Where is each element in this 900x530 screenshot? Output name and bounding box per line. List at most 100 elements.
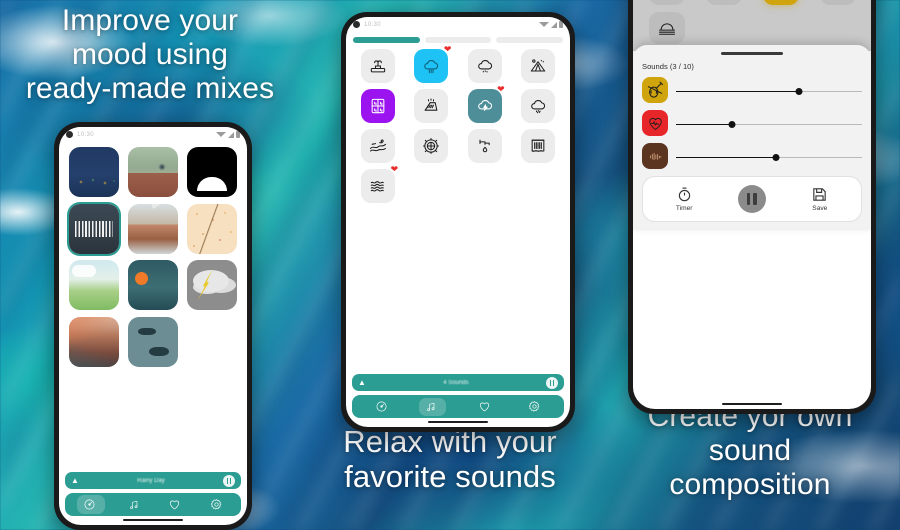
sound-cell[interactable]: ❤ xyxy=(405,45,457,86)
sound-cell[interactable] xyxy=(512,89,564,126)
chevron-up-icon[interactable]: ▲ xyxy=(71,476,79,485)
favorite-heart-icon[interactable]: ❤ xyxy=(444,45,452,54)
sound-tile[interactable] xyxy=(361,49,396,83)
instrument-tile[interactable] xyxy=(819,0,856,5)
mix-cell[interactable] xyxy=(65,260,122,314)
mix-cell[interactable] xyxy=(65,316,122,371)
mini-player-bar[interactable]: ▲ 4 Sounds xyxy=(352,374,564,391)
sound-tile[interactable] xyxy=(467,49,502,83)
mix-cell[interactable]: ❤ xyxy=(124,316,181,371)
sound-cell[interactable]: ❤ xyxy=(352,165,404,206)
mix-thumbnail[interactable] xyxy=(68,147,119,197)
mix-thumbnail[interactable] xyxy=(127,260,178,310)
sound-tile[interactable] xyxy=(414,89,449,123)
sounds-screen: 10:30 ❤ ❤ ❤ ▲ 4 Sounds xyxy=(346,17,570,427)
category-chip[interactable] xyxy=(496,37,564,43)
category-chip[interactable] xyxy=(353,37,420,43)
tab-heart[interactable] xyxy=(162,495,187,514)
tab-mixes[interactable] xyxy=(369,397,394,416)
status-clock: 10:30 xyxy=(77,131,95,138)
active-sound-row[interactable] xyxy=(642,77,862,103)
mix-thumbnail[interactable] xyxy=(68,260,119,310)
instrument-tile[interactable] xyxy=(648,12,685,44)
sound-cell[interactable] xyxy=(352,129,404,166)
slider-knob[interactable] xyxy=(728,121,736,128)
play-pause-button[interactable] xyxy=(737,185,766,213)
instrument-cell[interactable] xyxy=(639,0,694,8)
instrument-tile[interactable] xyxy=(648,0,685,5)
mix-cell[interactable] xyxy=(65,203,122,258)
mix-thumbnail[interactable] xyxy=(187,203,238,254)
sheet-drag-handle[interactable] xyxy=(721,52,783,55)
chevron-up-icon[interactable]: ▲ xyxy=(358,378,366,387)
category-chip[interactable] xyxy=(424,37,492,43)
mix-thumbnail[interactable]: ❤ xyxy=(187,147,238,197)
timer-button[interactable]: Timer xyxy=(676,186,693,212)
active-sound-row[interactable] xyxy=(642,110,862,136)
sound-cell[interactable] xyxy=(512,129,564,166)
tab-mixes[interactable] xyxy=(77,495,106,514)
mix-cell[interactable] xyxy=(124,203,181,258)
sound-tile[interactable]: ❤ xyxy=(361,165,398,203)
tab-sounds[interactable] xyxy=(419,397,447,416)
save-button[interactable]: Save xyxy=(811,186,828,212)
bottom-tab-bar xyxy=(352,395,564,418)
mix-cell[interactable]: ❤ xyxy=(184,147,241,201)
slider-knob[interactable] xyxy=(795,88,803,95)
active-sound-row[interactable] xyxy=(642,143,862,169)
sound-tile[interactable] xyxy=(520,49,555,83)
active-sound-icon[interactable] xyxy=(642,143,668,169)
mix-thumbnail[interactable] xyxy=(187,260,238,310)
volume-slider[interactable] xyxy=(676,88,862,95)
instrument-cell[interactable] xyxy=(639,12,694,47)
active-sound-icon[interactable] xyxy=(642,77,668,103)
mix-thumbnail[interactable]: ❤ xyxy=(127,316,178,367)
favorite-heart-icon[interactable]: ❤ xyxy=(497,85,505,94)
favorite-heart-icon[interactable]: ❤ xyxy=(172,317,178,324)
sound-tile[interactable] xyxy=(361,89,396,123)
tab-sounds[interactable] xyxy=(122,496,146,514)
sound-tile[interactable] xyxy=(520,89,555,123)
mix-cell[interactable] xyxy=(184,260,241,314)
sound-tile[interactable] xyxy=(414,129,449,163)
instrument-cell[interactable] xyxy=(696,0,751,8)
pause-button[interactable] xyxy=(546,376,558,389)
slider-knob[interactable] xyxy=(772,154,780,161)
mix-cell[interactable] xyxy=(124,147,181,201)
pause-button[interactable] xyxy=(223,474,235,487)
mix-thumbnail[interactable] xyxy=(68,203,119,254)
sound-tile[interactable]: ❤ xyxy=(414,45,451,83)
tab-settings[interactable] xyxy=(204,495,229,514)
mix-thumbnail[interactable] xyxy=(127,203,178,254)
sound-cell[interactable] xyxy=(459,49,511,86)
mix-thumbnail[interactable] xyxy=(68,316,119,367)
mix-cell[interactable] xyxy=(65,147,122,201)
volume-slider[interactable] xyxy=(676,154,862,161)
instrument-tile[interactable] xyxy=(762,0,799,5)
sound-tile[interactable] xyxy=(467,129,502,163)
sound-tile[interactable]: ❤ xyxy=(467,85,505,123)
sound-cell[interactable] xyxy=(405,129,457,166)
sound-cell[interactable] xyxy=(352,89,404,126)
favorite-heart-icon[interactable]: ❤ xyxy=(391,165,399,174)
instrument-tile[interactable] xyxy=(705,0,742,5)
active-sound-icon[interactable] xyxy=(642,110,668,136)
sound-cell[interactable]: ❤ xyxy=(459,85,511,126)
mix-cell[interactable] xyxy=(124,260,181,314)
sound-cell[interactable] xyxy=(459,129,511,166)
tab-settings[interactable] xyxy=(522,397,547,416)
sound-cell[interactable] xyxy=(405,89,457,126)
instrument-cell[interactable] xyxy=(810,0,865,8)
volume-slider[interactable] xyxy=(676,121,862,128)
mix-thumbnail[interactable] xyxy=(127,147,178,197)
mini-player-bar[interactable]: ▲ Rainy Day xyxy=(65,472,241,489)
mix-cell[interactable] xyxy=(184,203,241,258)
tab-heart[interactable] xyxy=(472,397,497,416)
sound-tile[interactable] xyxy=(361,129,396,163)
sound-tile[interactable] xyxy=(520,129,555,163)
instrument-cell[interactable] xyxy=(753,0,808,8)
sound-cell[interactable] xyxy=(512,49,564,86)
favorite-heart-icon[interactable]: ❤ xyxy=(231,147,237,154)
rain-on-window-icon xyxy=(368,96,388,116)
sound-cell[interactable] xyxy=(352,49,404,86)
